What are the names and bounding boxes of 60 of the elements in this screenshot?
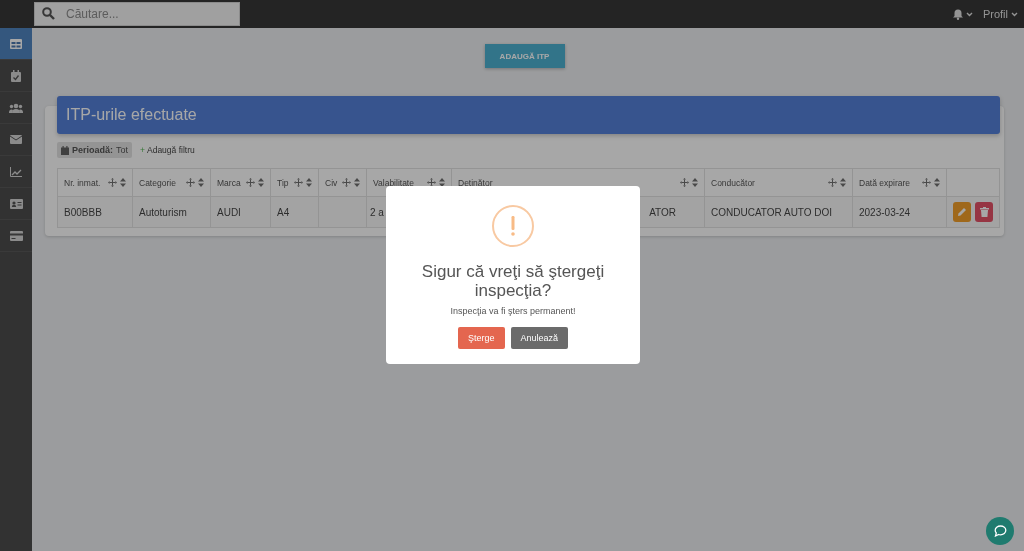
sort-icon[interactable] bbox=[198, 178, 204, 187]
table-cell: 2023-03-24 bbox=[852, 196, 947, 228]
envelope-icon bbox=[10, 135, 22, 144]
column-header[interactable]: Tip bbox=[270, 168, 319, 197]
bell-icon bbox=[952, 8, 963, 20]
table-cell: Autoturism bbox=[132, 196, 211, 228]
users-icon bbox=[9, 102, 23, 113]
table-cell: AUDI bbox=[210, 196, 271, 228]
table-cell: CONDUCATOR AUTO DOI bbox=[704, 196, 853, 228]
column-header[interactable]: Dată expirare bbox=[852, 168, 947, 197]
move-icon[interactable] bbox=[108, 178, 117, 187]
move-icon[interactable] bbox=[427, 178, 436, 187]
table-icon bbox=[10, 38, 22, 49]
search-icon bbox=[42, 7, 55, 20]
credit-card-icon bbox=[9, 230, 23, 241]
sort-icon[interactable] bbox=[354, 178, 360, 187]
sort-icon[interactable] bbox=[934, 178, 940, 187]
trash-icon bbox=[979, 207, 989, 217]
move-icon[interactable] bbox=[922, 178, 931, 187]
search-field[interactable]: Căutare... bbox=[34, 2, 240, 26]
sort-icon[interactable] bbox=[840, 178, 846, 187]
id-card-icon bbox=[9, 198, 23, 209]
chevron-icon bbox=[965, 11, 973, 17]
warning-icon bbox=[492, 205, 534, 247]
calendar-icon bbox=[61, 145, 69, 155]
chat-button[interactable] bbox=[986, 517, 1014, 545]
move-icon[interactable] bbox=[828, 178, 837, 187]
filter-chip[interactable]: Perioadă: Tot bbox=[57, 142, 133, 158]
move-icon[interactable] bbox=[294, 178, 303, 187]
sort-icon[interactable] bbox=[692, 178, 698, 187]
profile-menu[interactable]: Profil bbox=[982, 8, 1018, 20]
sort-icon[interactable] bbox=[306, 178, 312, 187]
column-header[interactable]: Nr. inmat. bbox=[57, 168, 133, 197]
table-cell: B00BBB bbox=[57, 196, 133, 228]
dialog-title: Sigur că vreţi să ştergeţi inspecţia? bbox=[420, 262, 606, 300]
delete-confirm-button[interactable]: Şterge bbox=[457, 327, 505, 349]
move-icon[interactable] bbox=[186, 178, 195, 187]
column-header[interactable]: Marca bbox=[210, 168, 271, 197]
table-cell: A4 bbox=[270, 196, 319, 228]
card-title: ITP-urile efectuate bbox=[57, 96, 1000, 134]
notifications-button[interactable] bbox=[952, 8, 973, 20]
chevron-icon bbox=[1011, 11, 1018, 17]
edit-button[interactable] bbox=[953, 202, 971, 222]
dialog-message: Inspecţia va fi şters permanent! bbox=[450, 306, 576, 316]
sort-icon[interactable] bbox=[120, 178, 126, 187]
column-header[interactable]: Conducător bbox=[704, 168, 853, 197]
move-icon[interactable] bbox=[342, 178, 351, 187]
cancel-button[interactable]: Anulează bbox=[510, 327, 569, 349]
move-icon[interactable] bbox=[680, 178, 689, 187]
calendar-check-icon bbox=[11, 69, 21, 82]
sort-icon[interactable] bbox=[258, 178, 264, 187]
column-header[interactable]: Categorie bbox=[132, 168, 211, 197]
chat-icon bbox=[993, 525, 1007, 537]
sidebar-item[interactable] bbox=[0, 28, 32, 60]
move-icon[interactable] bbox=[246, 178, 255, 187]
column-header[interactable]: Civ bbox=[318, 168, 367, 197]
pencil-icon bbox=[957, 207, 967, 217]
chart-icon bbox=[10, 166, 22, 177]
delete-button[interactable] bbox=[975, 202, 993, 222]
add-filter-link[interactable]: + Adaugă filtru bbox=[140, 145, 195, 155]
